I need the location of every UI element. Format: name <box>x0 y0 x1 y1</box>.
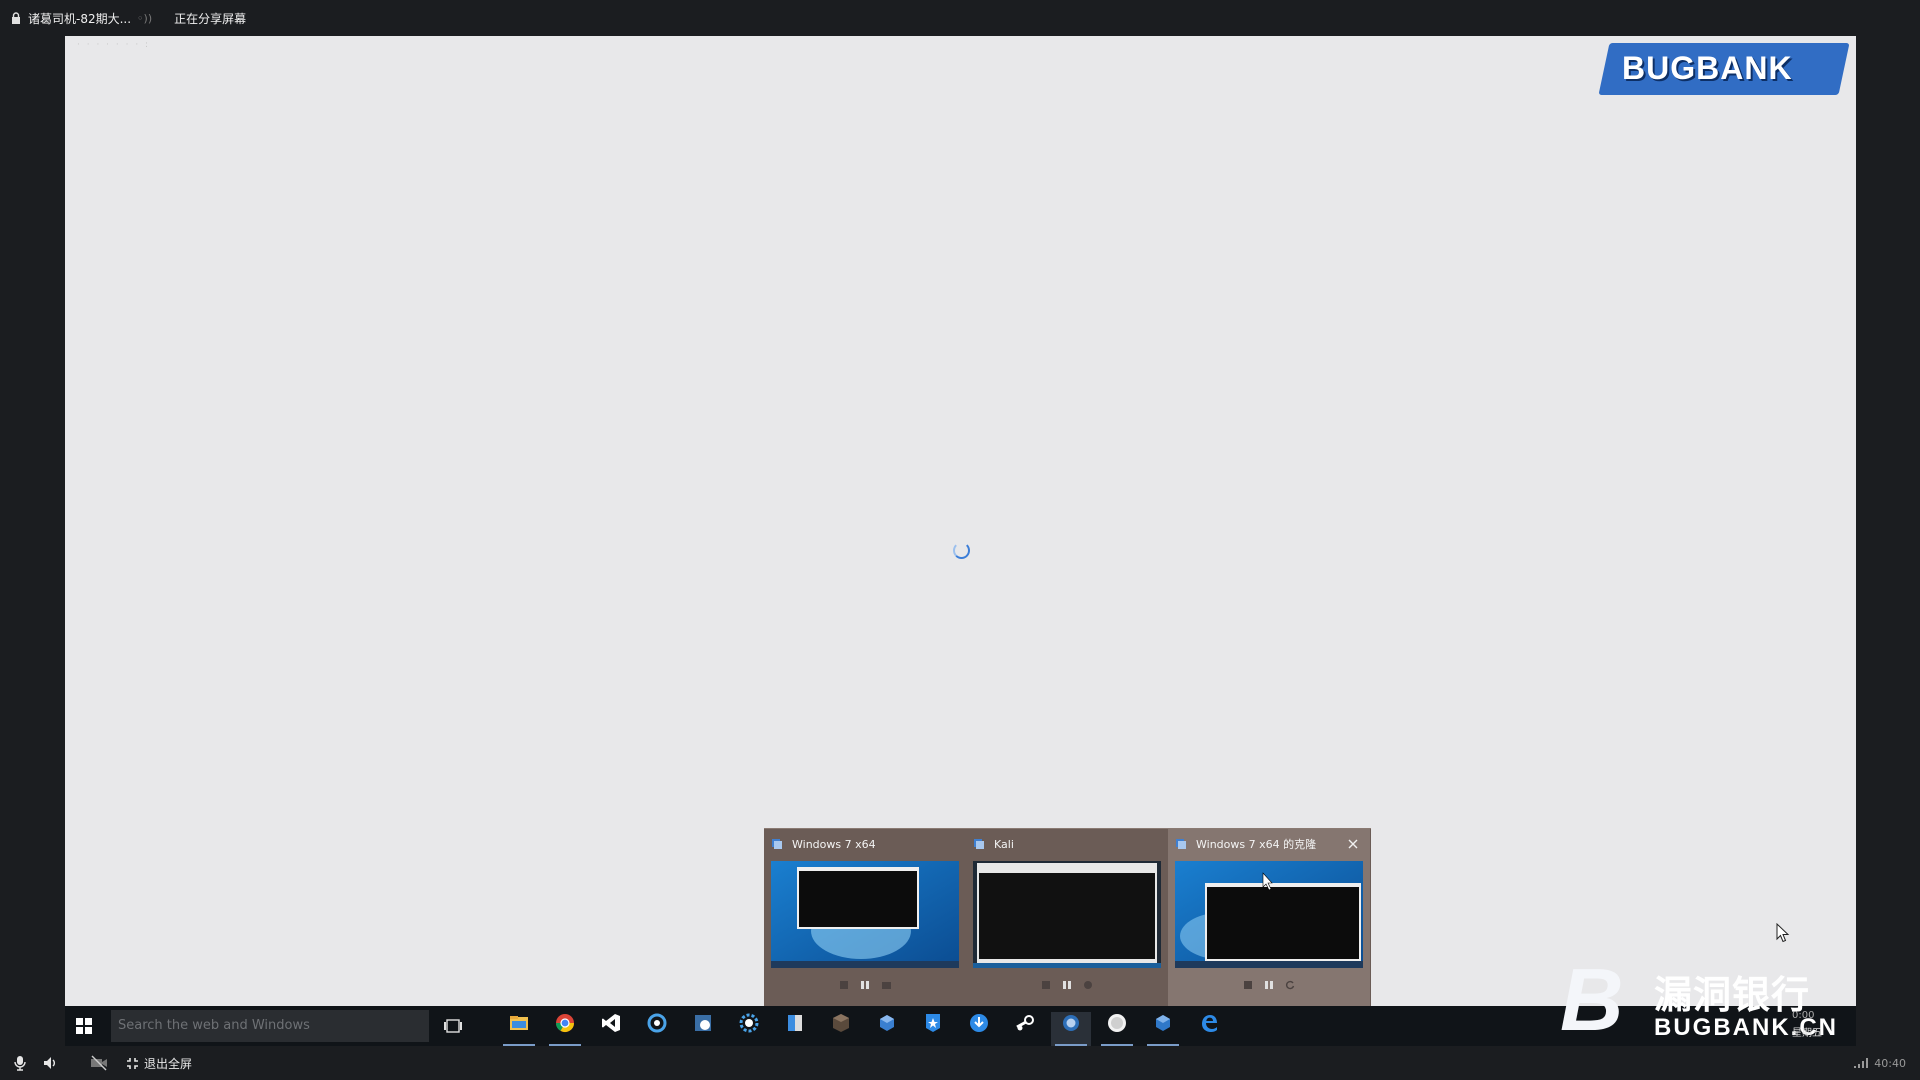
vmware-icon <box>772 839 782 849</box>
camera-off-icon[interactable] <box>90 1055 108 1071</box>
file-explorer-icon[interactable] <box>499 1012 539 1046</box>
bugbank-logo-icon: B <box>1560 950 1624 1049</box>
screen-corner-text: · · · · · · · : <box>77 40 151 50</box>
pause-icon[interactable] <box>859 979 871 991</box>
close-icon[interactable] <box>1346 837 1360 851</box>
star-icon[interactable] <box>913 1012 953 1046</box>
network-app-icon[interactable] <box>683 1012 723 1046</box>
thumbnail-header: Windows 7 x64 的克隆 <box>1168 829 1370 859</box>
thumbnail-title: Windows 7 x64 的克隆 <box>1196 838 1317 851</box>
exit-fullscreen-icon <box>127 1057 138 1069</box>
speaker-icon[interactable] <box>42 1055 58 1071</box>
meeting-title: 诸葛司机-82期大... <box>28 11 132 26</box>
restart-icon[interactable] <box>1284 979 1296 991</box>
thumbnail-kali[interactable]: Kali <box>966 829 1168 1007</box>
thumbnail-controls <box>764 979 966 991</box>
vm-preview-image <box>771 861 959 968</box>
mouse-cursor-icon <box>1776 923 1790 943</box>
exit-fullscreen-label: 退出全屏 <box>144 1056 193 1071</box>
signal-icon: ◦)) <box>137 11 153 25</box>
meeting-info[interactable]: 诸葛司机-82期大... ◦)) <box>10 10 152 27</box>
thumbnail-controls <box>966 979 1168 991</box>
edge-icon[interactable] <box>1189 1012 1229 1046</box>
stop-icon[interactable] <box>1242 979 1254 991</box>
restart-icon[interactable] <box>880 979 892 991</box>
thumbnail-win7-clone[interactable]: Windows 7 x64 的克隆 <box>1168 829 1370 1007</box>
cube-icon[interactable] <box>867 1012 907 1046</box>
circle-app-icon[interactable] <box>1097 1012 1137 1046</box>
signal-bars-icon <box>1854 1058 1869 1068</box>
vmware-icon <box>974 839 984 849</box>
bugbank-watermark-top: BUGBANK <box>1598 43 1850 95</box>
chrome-icon[interactable] <box>545 1012 585 1046</box>
vm-thumbnail-popup: Windows 7 x64 Kali Windows 7 x64 的克隆 <box>764 828 1371 1007</box>
thumbnail-title: Windows 7 x64 <box>792 837 876 851</box>
watermark-cn-text: 漏洞银行 <box>1654 973 1811 1017</box>
pause-icon[interactable] <box>1061 979 1073 991</box>
task-view-icon[interactable] <box>443 1017 463 1035</box>
watermark-top-text: BUGBANK <box>1622 50 1793 86</box>
vm-preview-image <box>1175 861 1363 968</box>
thumbnail-title: Kali <box>994 837 1014 851</box>
elapsed-time: 40:40 <box>1854 1057 1906 1070</box>
restart-icon[interactable] <box>1082 979 1094 991</box>
app-window-icon[interactable] <box>775 1012 815 1046</box>
search-input[interactable]: Search the web and Windows <box>111 1010 429 1042</box>
thumbnail-header: Kali <box>966 829 1168 859</box>
stop-icon[interactable] <box>1040 979 1052 991</box>
elapsed-time-value: 40:40 <box>1874 1056 1906 1070</box>
vmware-icon <box>1176 839 1186 849</box>
thumbnail-win7[interactable]: Windows 7 x64 <box>764 829 966 1007</box>
settings-gear-icon[interactable] <box>729 1012 769 1046</box>
app-blue-ring-icon[interactable] <box>637 1012 677 1046</box>
thumbnail-controls <box>1168 979 1370 991</box>
vmware-icon[interactable] <box>1051 1012 1091 1046</box>
download-icon[interactable] <box>959 1012 999 1046</box>
cube2-icon[interactable] <box>1143 1012 1183 1046</box>
meeting-control-bar: 退出全屏 40:40 <box>0 1046 1920 1080</box>
steam-icon[interactable] <box>1005 1012 1045 1046</box>
taskbar-clock-day: 星期五 <box>1792 1028 1822 1039</box>
share-top-bar: 诸葛司机-82期大... ◦)) 正在分享屏幕 <box>0 0 1920 36</box>
windows-start-icon[interactable] <box>75 1017 93 1035</box>
loading-spinner-icon <box>953 542 970 559</box>
pause-icon[interactable] <box>1263 979 1275 991</box>
package-icon[interactable] <box>821 1012 861 1046</box>
microphone-icon[interactable] <box>12 1055 28 1071</box>
visual-studio-icon[interactable] <box>591 1012 631 1046</box>
taskbar-clock-time: 0:00 <box>1792 1010 1815 1021</box>
exit-fullscreen-button[interactable]: 退出全屏 <box>126 1055 192 1072</box>
stop-icon[interactable] <box>838 979 850 991</box>
vm-preview-image <box>973 861 1161 968</box>
sharing-status: 正在分享屏幕 <box>174 11 247 26</box>
thumbnail-header: Windows 7 x64 <box>764 829 966 859</box>
lock-icon <box>12 12 20 24</box>
